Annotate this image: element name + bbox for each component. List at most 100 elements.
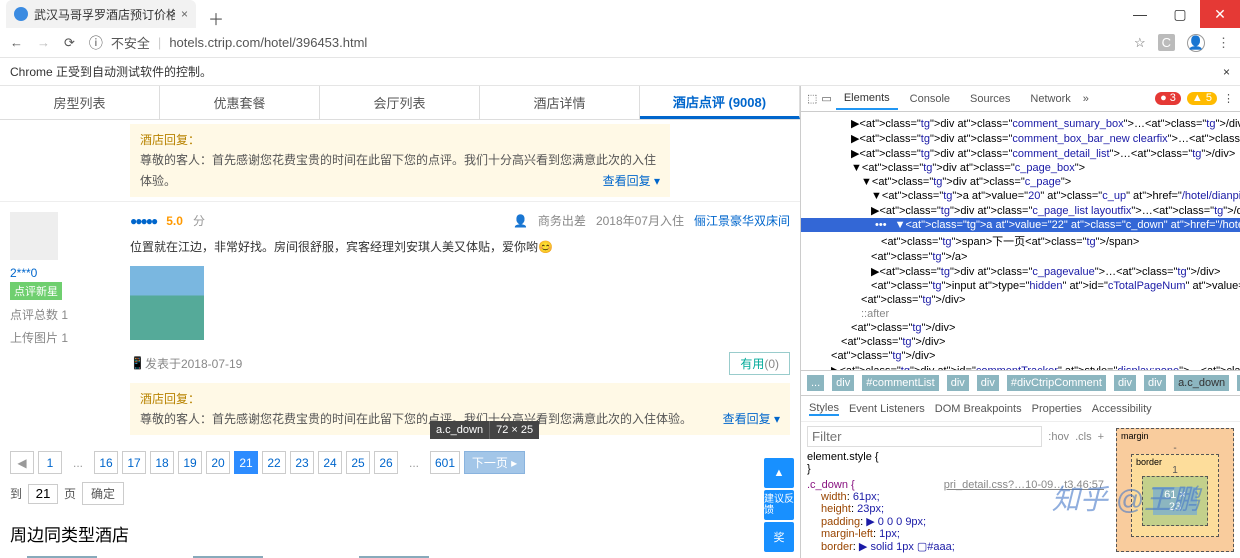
- trip-icon: 👤: [513, 214, 528, 228]
- tab-rooms[interactable]: 房型列表: [0, 86, 160, 119]
- reply-body: 尊敬的客人：首先感谢您花费宝贵的时间在此留下您的点评。我们十分高兴看到您满意此次…: [140, 153, 656, 187]
- inspect-tooltip: a.c_down72 × 25: [430, 421, 539, 439]
- user-badge: 点评新星: [10, 282, 62, 300]
- favicon-icon: [14, 7, 28, 21]
- warning-count[interactable]: ▲ 5: [1187, 92, 1217, 105]
- subtab-dom-bp[interactable]: DOM Breakpoints: [935, 403, 1022, 415]
- maximize-button[interactable]: ▢: [1160, 0, 1200, 28]
- page-17[interactable]: 17: [122, 451, 146, 474]
- devtools-panel: ⬚ ▭ Elements Console Sources Network » ●…: [800, 86, 1240, 558]
- reply-title: 酒店回复：: [140, 130, 660, 150]
- checkin-date: 2018年07月入住: [596, 212, 684, 229]
- comment-image[interactable]: [130, 266, 204, 340]
- subtab-a11y[interactable]: Accessibility: [1092, 403, 1152, 415]
- subtab-styles[interactable]: Styles: [809, 402, 839, 416]
- page-24[interactable]: 24: [318, 451, 342, 474]
- goto-ok[interactable]: 确定: [82, 482, 124, 505]
- score-unit: 分: [193, 212, 205, 229]
- star-icon[interactable]: ☆: [1134, 35, 1146, 51]
- dt-tab-sources[interactable]: Sources: [962, 89, 1018, 109]
- url-text[interactable]: hotels.ctrip.com/hotel/396453.html: [169, 35, 367, 50]
- add-style-icon[interactable]: +: [1098, 431, 1104, 443]
- inspect-icon[interactable]: ⬚: [807, 92, 817, 105]
- page-1[interactable]: 1: [38, 451, 62, 474]
- tab-packages[interactable]: 优惠套餐: [160, 86, 320, 119]
- profile-icon[interactable]: 👤: [1187, 34, 1205, 52]
- page-21[interactable]: 21: [234, 451, 258, 474]
- device-icon[interactable]: ▭: [821, 92, 831, 105]
- rule-sel-2: .c_down {: [807, 479, 855, 491]
- error-count[interactable]: ● 3: [1155, 92, 1181, 105]
- page-26[interactable]: 26: [374, 451, 398, 474]
- tab-halls[interactable]: 会厅列表: [320, 86, 480, 119]
- username[interactable]: 2***0: [10, 266, 130, 280]
- more-tabs-icon[interactable]: »: [1083, 93, 1089, 105]
- page-23[interactable]: 23: [290, 451, 314, 474]
- page-prev[interactable]: ◀: [10, 451, 34, 474]
- breadcrumb[interactable]: ...div#commentListdivdiv#divCtripComment…: [801, 370, 1240, 395]
- automation-info: Chrome 正受到自动测试软件的控制。: [10, 63, 212, 80]
- hov-toggle[interactable]: :hov: [1048, 431, 1069, 443]
- reply-more-2[interactable]: 查看回复 ▾: [723, 409, 780, 429]
- dt-tab-elements[interactable]: Elements: [836, 88, 898, 110]
- goto-to: 到: [10, 485, 22, 502]
- dom-tree[interactable]: ▶<at">class="tg">div at">class="comment_…: [801, 112, 1240, 370]
- goto-page: 页: [64, 485, 76, 502]
- back-button[interactable]: ←: [10, 35, 23, 50]
- browser-tab[interactable]: 武汉马哥孚罗酒店预订价格,联系... ×: [6, 0, 196, 28]
- styles-filter[interactable]: [807, 426, 1042, 447]
- posted-date: 发表于2018-07-19: [145, 355, 242, 372]
- tab-reviews[interactable]: 酒店点评 (9008): [640, 86, 800, 119]
- goto-input[interactable]: [28, 484, 58, 504]
- dt-tab-network[interactable]: Network: [1022, 89, 1078, 109]
- page-next[interactable]: 下一页 ▸: [464, 451, 525, 474]
- stat-photos: 上传图片 1: [10, 329, 130, 346]
- comment-row: 2***0 点评新星 点评总数 1 上传图片 1 ●●●●● 5.0 分 👤 商…: [0, 201, 800, 443]
- info-icon[interactable]: ⓘ: [89, 33, 103, 53]
- menu-icon[interactable]: ⋮: [1217, 35, 1230, 51]
- subtab-listeners[interactable]: Event Listeners: [849, 403, 925, 415]
- stat-reviews: 点评总数 1: [10, 306, 130, 323]
- avatar: [10, 212, 58, 260]
- subtab-props[interactable]: Properties: [1032, 403, 1082, 415]
- comment-text: 位置就在江边，非常好找。房间很舒服，宾客经理刘安琪人美又体贴，爱你哟😊: [130, 237, 790, 257]
- rule-src[interactable]: pri_detail.css?…10-09…t3.46:57: [944, 479, 1104, 491]
- new-tab-button[interactable]: ＋: [208, 6, 224, 28]
- security-label: 不安全: [111, 33, 150, 52]
- reload-button[interactable]: ⟳: [64, 35, 75, 51]
- page-20[interactable]: 20: [206, 451, 230, 474]
- reply-title-2: 酒店回复：: [140, 389, 780, 409]
- forward-button[interactable]: →: [37, 35, 50, 50]
- tab-details[interactable]: 酒店详情: [480, 86, 640, 119]
- hotel-tabs: 房型列表 优惠套餐 会厅列表 酒店详情 酒店点评 (9008): [0, 86, 800, 120]
- tab-title: 武汉马哥孚罗酒店预订价格,联系...: [34, 6, 175, 23]
- reward-button[interactable]: 奖: [764, 522, 794, 552]
- page-22[interactable]: 22: [262, 451, 286, 474]
- page-16[interactable]: 16: [94, 451, 118, 474]
- close-window-button[interactable]: ✕: [1200, 0, 1240, 28]
- close-tab-icon[interactable]: ×: [181, 7, 188, 21]
- useful-button[interactable]: 有用(0): [729, 352, 790, 375]
- box-model: margin - border 1 61 × 23: [1110, 422, 1240, 558]
- pagination: ◀ 1 ... 16 17 18 19 20 21 22 23 24 25 26…: [0, 443, 800, 482]
- nearby-title: 周边同类型酒店: [0, 511, 800, 556]
- scroll-top-button[interactable]: ▲: [764, 458, 794, 488]
- ext-badge[interactable]: C: [1158, 34, 1175, 51]
- close-infobar-icon[interactable]: ×: [1223, 65, 1230, 79]
- minimize-button[interactable]: —: [1120, 0, 1160, 28]
- page-18[interactable]: 18: [150, 451, 174, 474]
- feedback-button[interactable]: 建议反馈: [764, 490, 794, 520]
- dt-menu-icon[interactable]: ⋮: [1223, 92, 1234, 105]
- page-19[interactable]: 19: [178, 451, 202, 474]
- phone-icon: 📱: [130, 356, 145, 370]
- room-link[interactable]: 俪江景豪华双床间: [694, 212, 790, 229]
- dt-tab-console[interactable]: Console: [902, 89, 958, 109]
- trip-type: 商务出差: [538, 212, 586, 229]
- cls-toggle[interactable]: .cls: [1075, 431, 1092, 443]
- reply-more[interactable]: 查看回复 ▾: [603, 171, 660, 191]
- score: 5.0: [166, 214, 183, 228]
- page-last[interactable]: 601: [430, 451, 460, 474]
- rule-sel: element.style {: [807, 451, 879, 463]
- page-25[interactable]: 25: [346, 451, 370, 474]
- hotel-reply-box: 酒店回复： 尊敬的客人：首先感谢您花费宝贵的时间在此留下您的点评。我们十分高兴看…: [130, 124, 670, 197]
